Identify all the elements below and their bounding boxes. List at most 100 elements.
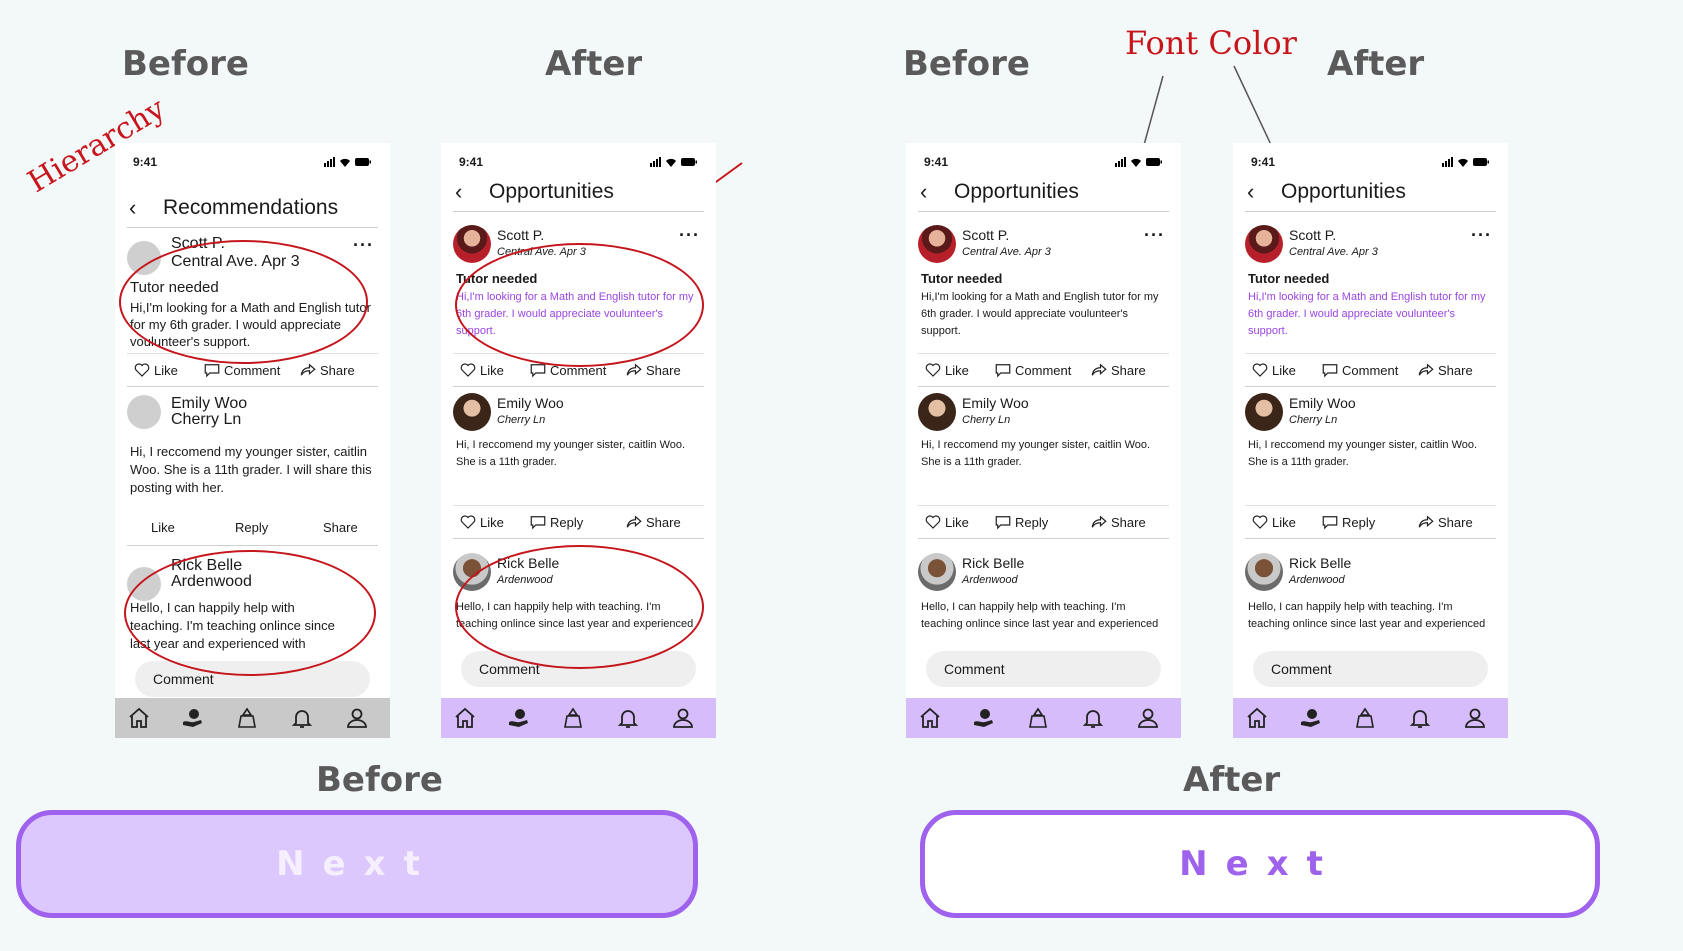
- avatar[interactable]: [1245, 393, 1283, 431]
- action-label: Like: [480, 514, 504, 530]
- header-bottom-before: Before: [316, 760, 443, 800]
- next-button-after[interactable]: Next: [920, 810, 1600, 918]
- avatar[interactable]: [918, 553, 956, 591]
- share-button[interactable]: Share: [1090, 513, 1146, 531]
- heart-icon: [133, 361, 151, 379]
- like-button[interactable]: Like: [459, 361, 504, 379]
- reply-button[interactable]: Reply: [529, 513, 583, 531]
- reply-button[interactable]: Reply: [1321, 513, 1375, 531]
- share-button[interactable]: Share: [625, 513, 681, 531]
- next-button-after-label: Next: [1179, 844, 1341, 884]
- post-card: Emily Woo Cherry Ln Hi, I reccomend my you…: [918, 393, 1169, 483]
- like-button[interactable]: Like: [459, 513, 504, 531]
- home-icon: [127, 706, 151, 730]
- share-button[interactable]: Share: [299, 361, 355, 379]
- like-button[interactable]: Like: [133, 361, 178, 379]
- comment-placeholder: Comment: [1271, 661, 1332, 677]
- avatar[interactable]: [1245, 553, 1283, 591]
- avatar[interactable]: [918, 393, 956, 431]
- share-button[interactable]: Share: [1417, 361, 1473, 379]
- status-icons: [324, 157, 372, 167]
- comment-input[interactable]: Comment: [1253, 651, 1488, 687]
- share-button[interactable]: Share: [323, 520, 358, 535]
- tab-volunteer[interactable]: [181, 706, 205, 730]
- tab-home[interactable]: [453, 706, 477, 730]
- tab-home[interactable]: [1245, 706, 1269, 730]
- tab-home[interactable]: [127, 706, 151, 730]
- status-time: 9:41: [1251, 155, 1276, 169]
- status-icons: [1115, 157, 1163, 167]
- avatar[interactable]: [127, 395, 161, 429]
- poster-name[interactable]: Scott P.: [497, 227, 544, 243]
- poster-name[interactable]: Rick Belle: [962, 555, 1024, 571]
- tab-bell[interactable]: [616, 706, 640, 730]
- comment-input[interactable]: Comment: [926, 651, 1161, 687]
- tab-profile[interactable]: [1463, 706, 1487, 730]
- poster-name[interactable]: Scott P.: [962, 227, 1009, 243]
- avatar[interactable]: [918, 225, 956, 263]
- bottom-tab-bar: [115, 698, 390, 738]
- more-icon[interactable]: ···: [1471, 225, 1492, 246]
- reply-button[interactable]: Reply: [994, 513, 1048, 531]
- post-actions: Like Reply Share: [918, 505, 1169, 539]
- comment-button[interactable]: Comment: [1321, 361, 1398, 379]
- poster-name[interactable]: Scott P.: [1289, 227, 1336, 243]
- tab-profile[interactable]: [345, 706, 369, 730]
- share-button[interactable]: Share: [1417, 513, 1473, 531]
- heart-icon: [1251, 513, 1269, 531]
- header-bottom-after: After: [1183, 760, 1281, 800]
- nav-header: ‹ Opportunities: [918, 175, 1169, 212]
- share-button[interactable]: Share: [1090, 361, 1146, 379]
- poster-location: Ardenwood: [1289, 574, 1345, 586]
- more-icon[interactable]: ···: [679, 225, 700, 246]
- avatar[interactable]: [453, 393, 491, 431]
- tab-donate[interactable]: [235, 706, 259, 730]
- tab-volunteer[interactable]: [972, 706, 996, 730]
- tab-donate[interactable]: [1026, 706, 1050, 730]
- more-icon[interactable]: ···: [353, 235, 374, 256]
- post-card: Scott P. Central Ave. Apr 3 ··· Tutor neede…: [1245, 225, 1496, 355]
- tab-volunteer[interactable]: [507, 706, 531, 730]
- poster-name[interactable]: Emily Woo: [1289, 395, 1356, 411]
- back-icon[interactable]: ‹: [129, 195, 136, 221]
- like-button[interactable]: Like: [924, 361, 969, 379]
- tab-bell[interactable]: [1081, 706, 1105, 730]
- more-icon[interactable]: ···: [1144, 225, 1165, 246]
- bottom-tab-bar: [1233, 698, 1508, 738]
- poster-location: Central Ave. Apr 3: [1289, 246, 1378, 258]
- action-label: Like: [154, 362, 178, 378]
- tab-donate[interactable]: [561, 706, 585, 730]
- tab-bell[interactable]: [290, 706, 314, 730]
- tab-home[interactable]: [918, 706, 942, 730]
- next-button-before-label: Next: [276, 844, 438, 884]
- tab-volunteer[interactable]: [1299, 706, 1323, 730]
- comment-button[interactable]: Comment: [994, 361, 1071, 379]
- like-button[interactable]: Like: [1251, 361, 1296, 379]
- action-label: Like: [480, 362, 504, 378]
- back-icon[interactable]: ‹: [1247, 179, 1254, 205]
- tab-bell[interactable]: [1408, 706, 1432, 730]
- action-label: Share: [1111, 514, 1146, 530]
- poster-name[interactable]: Emily Woo: [962, 395, 1029, 411]
- tab-profile[interactable]: [1136, 706, 1160, 730]
- like-button[interactable]: Like: [1251, 513, 1296, 531]
- poster-name[interactable]: Emily Woo: [497, 395, 564, 411]
- donate-icon: [1353, 706, 1377, 730]
- avatar[interactable]: [453, 225, 491, 263]
- back-icon[interactable]: ‹: [920, 179, 927, 205]
- like-button[interactable]: Like: [924, 513, 969, 531]
- status-time: 9:41: [924, 155, 949, 169]
- avatar[interactable]: [1245, 225, 1283, 263]
- reply-button[interactable]: Reply: [235, 520, 268, 535]
- next-button-before[interactable]: Next: [16, 810, 698, 918]
- action-label: Comment: [224, 362, 281, 378]
- phone-mockup: 9:41 ‹ Opportunities Scott P. Central Ave. A…: [1233, 143, 1508, 738]
- tab-profile[interactable]: [671, 706, 695, 730]
- donate-icon: [1026, 706, 1050, 730]
- tab-donate[interactable]: [1353, 706, 1377, 730]
- poster-name[interactable]: Rick Belle: [1289, 555, 1351, 571]
- back-icon[interactable]: ‹: [455, 179, 462, 205]
- like-button[interactable]: Like: [151, 520, 175, 535]
- post-actions: Like Reply Share: [453, 505, 704, 539]
- share-button[interactable]: Share: [625, 361, 681, 379]
